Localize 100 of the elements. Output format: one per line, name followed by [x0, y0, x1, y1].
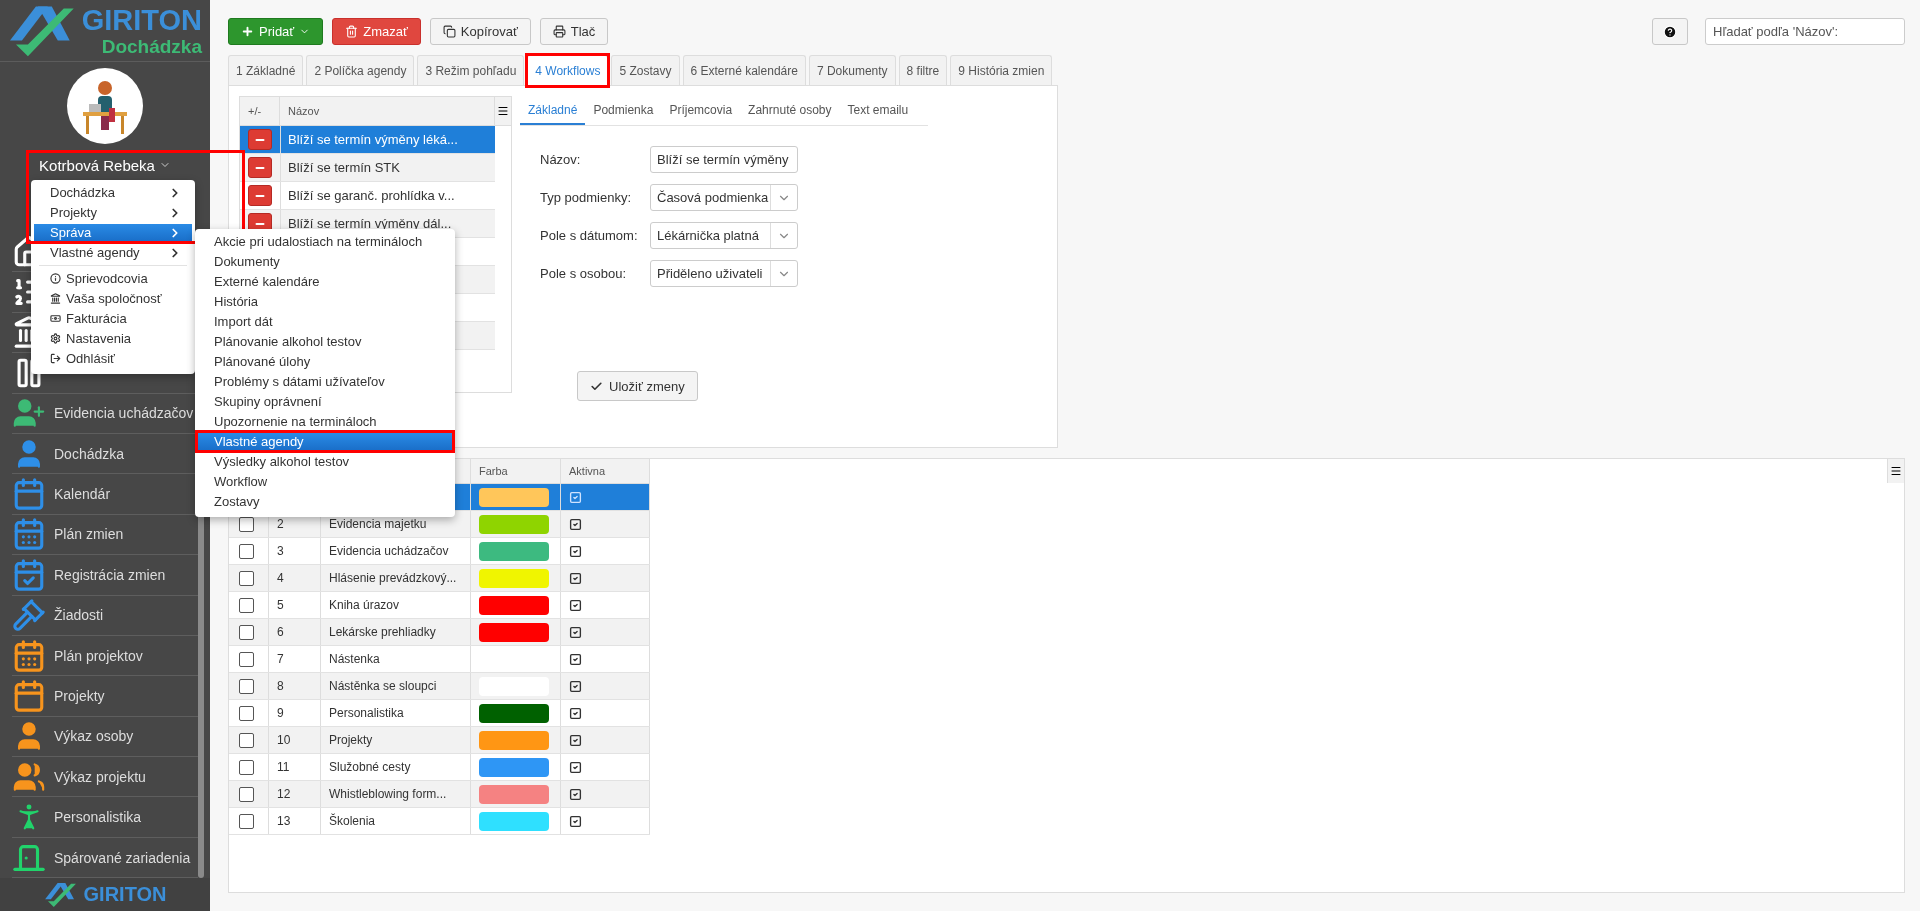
table-cell: 5: [277, 598, 284, 612]
settings-icon: [50, 333, 61, 344]
table-row[interactable]: 12 Whistleblowing form...: [229, 781, 650, 808]
table-row[interactable]: 8 Nástěnka se sloupci: [229, 673, 650, 700]
subtab[interactable]: Príjemcovia: [661, 96, 741, 125]
tab[interactable]: 8 filtre: [898, 55, 948, 85]
help-button[interactable]: [1652, 18, 1688, 45]
add-button[interactable]: Pridať: [228, 18, 324, 45]
table-row[interactable]: 11 Služobné cesty: [229, 754, 650, 781]
table-row[interactable]: 3 Evidencia uchádzačov: [229, 538, 650, 565]
print-button[interactable]: Tlač: [539, 18, 609, 45]
calendar-grid-icon[interactable]: [12, 638, 46, 673]
menu-item[interactable]: Správa: [34, 224, 192, 241]
sidebar-item[interactable]: Výkaz projektu: [54, 768, 146, 785]
select-field[interactable]: Lékárnička platná: [650, 222, 798, 249]
copy-button[interactable]: Kopírovať: [429, 18, 531, 45]
menu-item[interactable]: Workflow: [198, 473, 452, 490]
menu-item[interactable]: História: [198, 293, 452, 310]
menu-item[interactable]: Nastavenia: [34, 330, 192, 347]
tab[interactable]: 2 Políčka agendy: [306, 55, 415, 85]
tab[interactable]: 5 Zostavy: [611, 55, 680, 85]
row-checkbox[interactable]: [239, 759, 254, 775]
subtab[interactable]: Podmienka: [585, 96, 662, 125]
workflow-row[interactable]: Blíží se garanč. prohlídka v...: [240, 182, 495, 210]
subtab[interactable]: Zahrnuté osoby: [740, 96, 840, 125]
gavel-icon[interactable]: [12, 598, 46, 633]
menu-item[interactable]: Plánovanie alkohol testov: [198, 333, 452, 350]
row-checkbox[interactable]: [239, 813, 254, 829]
row-checkbox[interactable]: [239, 543, 254, 559]
table-cell: Kniha úrazov: [329, 598, 400, 612]
table-cell: 6: [277, 625, 284, 639]
sidebar-item[interactable]: Spárované zariadenia: [54, 849, 191, 866]
sidebar-item[interactable]: Plán zmien: [54, 526, 124, 543]
column-menu-button[interactable]: [1887, 459, 1904, 483]
user-menu-toggle[interactable]: Kotrbová Rebeka: [39, 152, 171, 178]
table-row[interactable]: 6 Lekárske prehliadky: [229, 619, 650, 646]
select-field[interactable]: Časová podmienka: [650, 184, 798, 211]
sidebar-item[interactable]: Evidencia uchádzačov: [54, 405, 194, 422]
tab[interactable]: 1 Základné: [228, 55, 304, 85]
menu-item[interactable]: Výsledky alkohol testov: [198, 453, 452, 470]
tab[interactable]: 9 História zmien: [950, 55, 1053, 85]
table-row[interactable]: 7 Nástenka: [229, 646, 650, 673]
row-checkbox[interactable]: [239, 597, 254, 613]
tab[interactable]: 6 Externé kalendáre: [682, 55, 806, 85]
table-row[interactable]: 5 Kniha úrazov: [229, 592, 650, 619]
menu-item[interactable]: Vlastné agendy: [34, 244, 192, 261]
workflow-row[interactable]: Blíží se termín STK: [240, 154, 495, 182]
menu-item[interactable]: Dokumenty: [198, 253, 452, 270]
sidebar-item[interactable]: Žiadosti: [54, 607, 104, 624]
workflow-row[interactable]: Blíží se termín výměny léká...: [240, 126, 495, 154]
row-checkbox[interactable]: [239, 786, 254, 802]
menu-item[interactable]: Plánované úlohy: [198, 353, 452, 370]
sidebar-item[interactable]: Kalendár: [54, 486, 111, 503]
sidebar-item[interactable]: Výkaz osoby: [54, 728, 134, 745]
menu-item[interactable]: Sprievodcovia: [34, 270, 192, 287]
input-field[interactable]: Blíží se termín výměny: [650, 146, 798, 173]
calendar-grid-icon[interactable]: [12, 517, 46, 552]
menu-item[interactable]: Vaša spoločnosť: [34, 290, 192, 307]
calendar-icon[interactable]: [12, 477, 46, 512]
save-button[interactable]: Uložiť zmeny: [577, 371, 698, 401]
menu-item[interactable]: Vlastné agendy: [198, 433, 452, 450]
row-checkbox[interactable]: [239, 570, 254, 586]
delete-button[interactable]: Zmazať: [332, 18, 421, 45]
table-row[interactable]: 13 Školenia: [229, 808, 650, 835]
subtab[interactable]: Základné: [520, 96, 586, 125]
menu-item[interactable]: Problémy s dátami užívateľov: [198, 373, 452, 390]
row-checkbox[interactable]: [239, 678, 254, 694]
row-checkbox[interactable]: [239, 624, 254, 640]
menu-item[interactable]: Upozornenie na termináloch: [198, 413, 452, 430]
menu-item[interactable]: Import dát: [198, 313, 452, 330]
table-row[interactable]: 10 Projekty: [229, 727, 650, 754]
menu-item[interactable]: Projekty: [34, 204, 192, 221]
menu-item[interactable]: Fakturácia: [34, 310, 192, 327]
remove-button[interactable]: [248, 129, 272, 150]
row-checkbox[interactable]: [239, 651, 254, 667]
table-cell: Hlásenie prevádzkový...: [329, 571, 457, 585]
sidebar-item[interactable]: Personalistika: [54, 809, 142, 826]
subtab[interactable]: Text emailu: [839, 96, 917, 125]
table-row[interactable]: 9 Personalistika: [229, 700, 650, 727]
remove-button[interactable]: [248, 185, 272, 206]
row-checkbox[interactable]: [239, 732, 254, 748]
menu-item[interactable]: Odhlásiť: [34, 350, 192, 367]
search-field[interactable]: Hľadať podľa 'Názov':: [1705, 18, 1905, 45]
calendar-check-icon[interactable]: [12, 557, 46, 592]
menu-item[interactable]: Dochádzka: [34, 184, 192, 201]
menu-item[interactable]: Zostavy: [198, 493, 452, 510]
row-checkbox[interactable]: [239, 705, 254, 721]
calendar-icon[interactable]: [12, 679, 46, 713]
menu-item[interactable]: Skupiny oprávnení: [198, 393, 452, 410]
tab[interactable]: 3 Režim pohľadu: [417, 55, 525, 85]
tab[interactable]: 7 Dokumenty: [808, 55, 896, 85]
sidebar-item[interactable]: Dochádzka: [54, 445, 125, 462]
sidebar-item[interactable]: Plán projektov: [54, 647, 143, 664]
sidebar-item[interactable]: Registrácia zmien: [54, 566, 166, 583]
remove-button[interactable]: [248, 157, 272, 178]
select-field[interactable]: Přiděleno uživateli: [650, 260, 798, 287]
sidebar-item[interactable]: Projekty: [54, 688, 105, 704]
menu-item[interactable]: Externé kalendáre: [198, 273, 452, 290]
table-row[interactable]: 4 Hlásenie prevádzkový...: [229, 565, 650, 592]
tab[interactable]: 4 Workflows: [527, 55, 609, 85]
